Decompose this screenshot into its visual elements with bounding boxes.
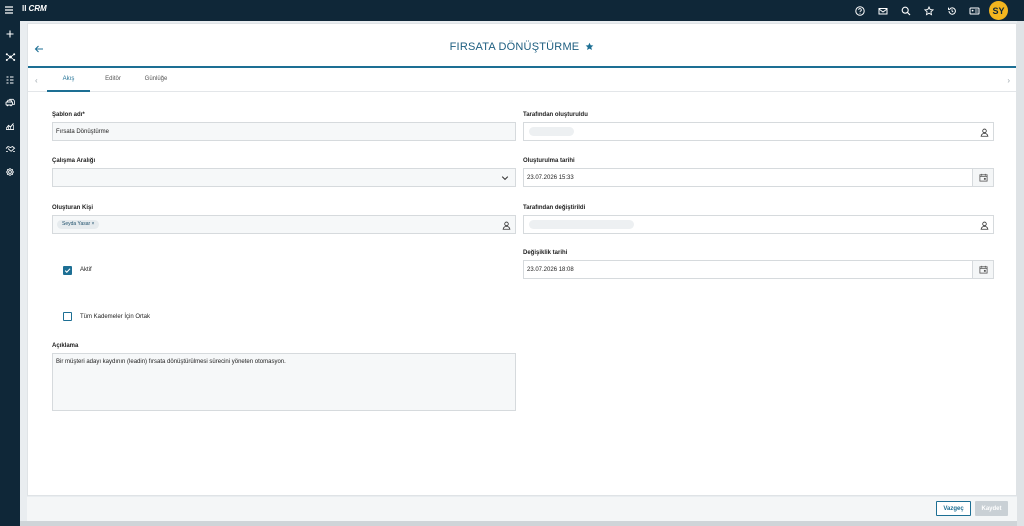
horizontal-scrollbar[interactable]	[20, 521, 1017, 526]
action-footer: Vazgeç Kaydet	[27, 497, 1017, 521]
network-icon[interactable]	[2, 50, 18, 64]
id-card-icon[interactable]	[967, 3, 982, 18]
modified-date-input[interactable]: 23.07.2026 18:08	[523, 260, 994, 279]
top-bar: ll CRM SY	[0, 0, 1024, 21]
created-date-input[interactable]: 23.07.2026 15:33	[523, 168, 994, 187]
calendar-icon[interactable]	[972, 169, 993, 186]
work-interval-select[interactable]	[52, 168, 516, 187]
cars-icon[interactable]	[2, 96, 18, 110]
all-levels-checkbox[interactable]	[63, 312, 72, 321]
description-textarea[interactable]: Bir müşteri adayı kaydının (leadin) fırs…	[52, 353, 516, 411]
calendar-icon[interactable]	[972, 261, 993, 278]
template-name-input[interactable]: Fırsata Dönüştürme	[52, 122, 516, 141]
tab-akis[interactable]: Akış	[47, 76, 90, 92]
person-icon[interactable]	[978, 219, 990, 231]
save-button[interactable]: Kaydet	[975, 501, 1008, 516]
tab-editor[interactable]: Editör	[96, 76, 130, 82]
active-label: Aktif	[80, 267, 92, 273]
created-by-chip	[529, 127, 574, 136]
plus-icon[interactable]	[2, 27, 18, 41]
work-interval-label: Çalışma Aralığı	[52, 158, 96, 164]
cancel-button[interactable]: Vazgeç	[936, 501, 971, 516]
tab-bar: ‹ Akış Editör Günlüğe ›	[28, 70, 1016, 92]
help-icon[interactable]	[852, 3, 867, 18]
creator-chip[interactable]: Seyda Yasar ×	[57, 220, 100, 229]
modified-by-input[interactable]	[523, 215, 994, 234]
title-bar: FIRSATA DÖNÜŞTÜRME	[28, 24, 1016, 68]
chevron-down-icon[interactable]	[499, 172, 511, 184]
tab-scroll-right-icon[interactable]: ›	[1007, 76, 1010, 85]
person-icon[interactable]	[978, 126, 990, 138]
description-label: Açıklama	[52, 343, 79, 349]
search-icon[interactable]	[898, 3, 913, 18]
modified-date-label: Değişiklik tarihi	[523, 250, 568, 256]
creator-label: Oluşturan Kişi	[52, 205, 94, 211]
handshake-icon[interactable]	[2, 142, 18, 156]
modified-by-chip	[529, 220, 634, 229]
person-icon[interactable]	[500, 219, 512, 231]
template-name-label: Şablon adı*	[52, 112, 85, 118]
creator-input[interactable]: Seyda Yasar ×	[52, 215, 516, 234]
list-icon[interactable]	[2, 73, 18, 87]
created-by-input[interactable]	[523, 122, 994, 141]
created-by-label: Tarafından oluşturuldu	[523, 112, 588, 118]
star-icon[interactable]	[921, 3, 936, 18]
history-icon[interactable]	[944, 3, 959, 18]
page-scrollbar[interactable]	[1017, 21, 1024, 526]
all-levels-label: Tüm Kademeler İçin Ortak	[80, 314, 151, 320]
hamburger-icon[interactable]	[4, 3, 14, 17]
chart-icon[interactable]	[2, 119, 18, 133]
tab-gunluge[interactable]: Günlüğe	[136, 76, 176, 82]
tab-scroll-left-icon[interactable]: ‹	[35, 76, 38, 85]
mail-icon[interactable]	[875, 3, 890, 18]
page-title: FIRSATA DÖNÜŞTÜRME	[28, 41, 1016, 53]
active-checkbox[interactable]	[63, 266, 72, 275]
star-filled-icon[interactable]	[585, 42, 594, 51]
record-panel: FIRSATA DÖNÜŞTÜRME ‹ Akış Editör Günlüğe…	[27, 23, 1017, 496]
gear-icon[interactable]	[2, 165, 18, 179]
app-logo[interactable]: ll CRM	[22, 4, 47, 13]
left-sidebar	[0, 21, 20, 526]
created-date-label: Oluşturulma tarihi	[523, 158, 575, 164]
user-avatar[interactable]: SY	[989, 1, 1008, 20]
modified-by-label: Tarafından değiştirildi	[523, 205, 586, 211]
